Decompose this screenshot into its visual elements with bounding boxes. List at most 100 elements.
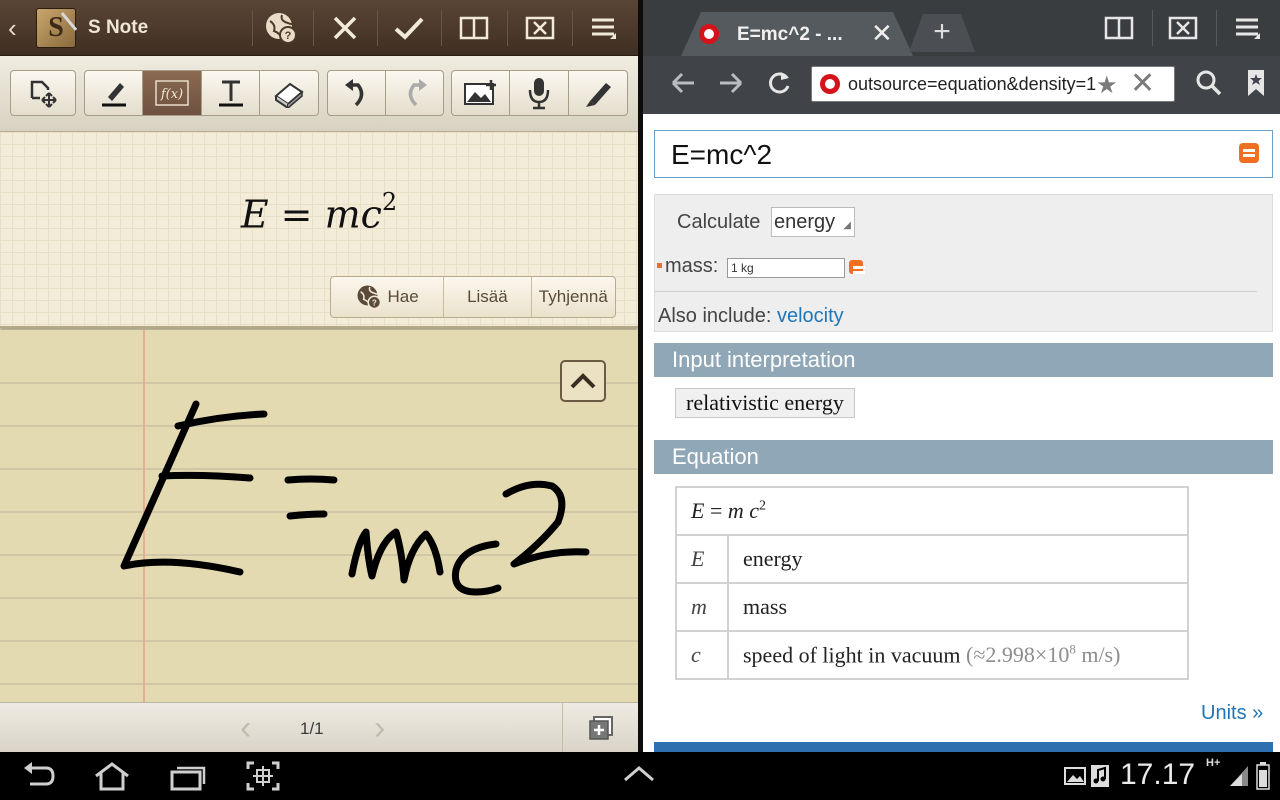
- chevron-left-icon[interactable]: ‹: [240, 711, 251, 745]
- exit-split-icon[interactable]: [1154, 8, 1212, 48]
- svg-text:?: ?: [285, 30, 292, 42]
- search-button[interactable]: ? Hae: [331, 277, 445, 317]
- voice-icon[interactable]: [509, 70, 569, 116]
- url-text: outsource=equation&density=1: [848, 74, 1097, 94]
- tab-strip: E=mc^2 - ... ✕ +: [643, 0, 1280, 56]
- chevron-right-icon[interactable]: ›: [374, 711, 385, 745]
- symbol-cell: E: [675, 534, 729, 584]
- pod-input-interpretation: Input interpretation: [654, 343, 1273, 377]
- separator: [507, 10, 508, 46]
- add-page-icon: [588, 716, 613, 740]
- divider: [655, 291, 1257, 292]
- music-icon: [1090, 764, 1110, 793]
- home-icon[interactable]: [92, 760, 132, 797]
- address-bar-row: outsource=equation&density=1 ★ ✕: [643, 56, 1280, 114]
- meaning-cell: mass: [727, 582, 1189, 632]
- table-row: m mass: [675, 582, 1189, 632]
- clear-url-icon[interactable]: ✕: [1130, 67, 1155, 101]
- pod-equation: Equation: [654, 440, 1273, 474]
- mass-input[interactable]: 1 kg: [727, 258, 845, 278]
- tab-title: E=mc^2 - ...: [737, 24, 843, 45]
- meaning-cell: speed of light in vacuum (≈2.998×108 m/s…: [727, 630, 1189, 680]
- chevron-up-icon[interactable]: [622, 764, 656, 789]
- close-tab-icon[interactable]: ✕: [871, 20, 893, 46]
- pen-icon[interactable]: [84, 70, 143, 116]
- add-page-button[interactable]: [562, 703, 638, 752]
- separator: [441, 10, 442, 46]
- exit-split-icon[interactable]: [511, 8, 569, 48]
- page-indicator: 1/1: [300, 719, 324, 738]
- query-input[interactable]: E=mc^2: [654, 130, 1273, 178]
- eraser-icon[interactable]: [259, 70, 319, 116]
- back-icon[interactable]: [669, 66, 697, 108]
- velocity-link[interactable]: velocity: [777, 305, 844, 327]
- battery-icon: [1256, 762, 1270, 795]
- text-icon[interactable]: [201, 70, 260, 116]
- handwritten-formula: [120, 400, 590, 596]
- formula-actions: ? Hae Lisää Tyhjennä: [330, 276, 616, 318]
- screenshot-icon[interactable]: [245, 760, 281, 797]
- snote-titlebar: ‹ S S Note ?: [0, 0, 638, 56]
- brush-icon[interactable]: [568, 70, 628, 116]
- check-icon[interactable]: [380, 8, 438, 48]
- separator: [572, 10, 573, 46]
- recognized-formula: E = mc2: [240, 188, 398, 237]
- query-text: E=mc^2: [671, 139, 773, 170]
- bookmarks-icon[interactable]: [1245, 66, 1267, 108]
- screen: ‹ S S Note ? f(x) E = mc2 ? Hae Lisää Ty…: [0, 0, 1280, 800]
- search-icon[interactable]: [1195, 66, 1223, 108]
- separator: [1152, 10, 1153, 46]
- svg-text:f(x): f(x): [160, 87, 183, 102]
- separator: [1216, 10, 1217, 46]
- browser-app: E=mc^2 - ... ✕ + outsource=equation&dens…: [643, 0, 1280, 752]
- search-label: Hae: [387, 287, 419, 306]
- wolfram-page: E=mc^2 Calculate energy mass: 1 kg Also …: [643, 114, 1280, 752]
- redo-icon[interactable]: [385, 70, 444, 116]
- meaning-cell: energy: [727, 534, 1189, 584]
- also-include-label: Also include:: [658, 305, 772, 327]
- equals-icon[interactable]: [849, 260, 865, 274]
- table-row: c speed of light in vacuum (≈2.998×108 m…: [675, 630, 1189, 680]
- formula-match-icon[interactable]: f(x): [142, 70, 202, 116]
- favicon-icon: [820, 74, 840, 94]
- clear-button[interactable]: Tyhjennä: [532, 277, 615, 317]
- insert-button[interactable]: Lisää: [444, 277, 532, 317]
- page-select-icon[interactable]: [10, 70, 76, 116]
- calculate-select[interactable]: energy: [771, 207, 855, 240]
- recent-apps-icon[interactable]: [170, 760, 208, 797]
- undo-icon[interactable]: [327, 70, 386, 116]
- close-icon[interactable]: [316, 8, 374, 48]
- reload-icon[interactable]: [765, 66, 793, 108]
- new-tab-button[interactable]: +: [909, 14, 975, 52]
- symbol-cell: m: [675, 582, 729, 632]
- forward-icon[interactable]: [717, 66, 745, 108]
- web-search-icon[interactable]: ?: [252, 8, 310, 48]
- interpretation-value: relativistic energy: [675, 388, 855, 418]
- symbol-cell: c: [675, 630, 729, 680]
- bookmark-star-icon[interactable]: ★: [1096, 71, 1118, 100]
- mass-label: mass:: [665, 255, 719, 277]
- gallery-icon: [1064, 766, 1086, 791]
- menu-icon[interactable]: [575, 8, 633, 48]
- menu-icon[interactable]: [1219, 8, 1277, 48]
- back-icon[interactable]: ‹: [8, 14, 28, 42]
- separator: [313, 10, 314, 46]
- equals-icon[interactable]: [1239, 143, 1259, 163]
- table-row: E = m c2: [675, 486, 1189, 536]
- calculate-label: Calculate: [677, 211, 761, 233]
- back-nav-icon[interactable]: [22, 760, 56, 797]
- system-bar: 17.17 H+: [0, 752, 1280, 800]
- app-name: S Note: [88, 17, 149, 38]
- snote-app: ‹ S S Note ? f(x) E = mc2 ? Hae Lisää Ty…: [0, 0, 638, 752]
- url-field[interactable]: outsource=equation&density=1 ★ ✕: [811, 66, 1175, 102]
- snote-bottombar: ‹ 1/1 ›: [0, 702, 638, 752]
- split-view-icon[interactable]: [445, 8, 503, 48]
- also-include-text: Also include: velocity: [658, 305, 844, 328]
- split-view-icon[interactable]: [1090, 8, 1148, 48]
- assumptions-panel: Calculate energy mass: 1 kg Also include…: [654, 194, 1273, 332]
- units-link[interactable]: Units »: [1201, 702, 1263, 725]
- table-row: E energy: [675, 534, 1189, 584]
- equation-table: E = m c2 E energy m mass c speed of ligh…: [675, 486, 1189, 680]
- insert-image-icon[interactable]: [451, 70, 510, 116]
- svg-text:?: ?: [371, 297, 376, 307]
